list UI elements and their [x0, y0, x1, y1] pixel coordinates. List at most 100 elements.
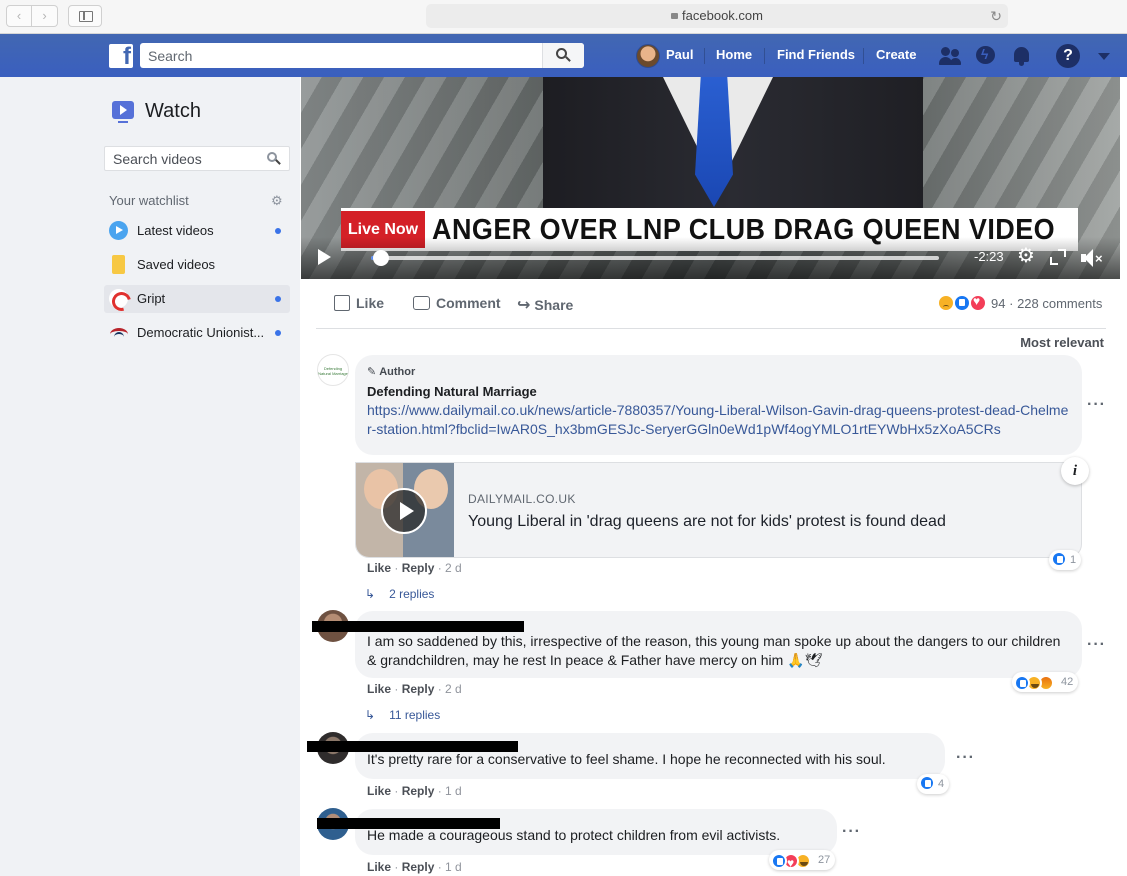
like-button[interactable]: Like — [334, 295, 384, 311]
reactions-summary[interactable]: 94 · 228 comments — [937, 294, 1102, 312]
view-replies-link[interactable]: ↳ 11 replies — [365, 708, 440, 722]
comment-meta: Like · Reply · 1 d — [367, 860, 462, 874]
bookmark-icon — [112, 255, 125, 274]
create-link[interactable]: Create — [876, 47, 916, 62]
sidebar-item-gript[interactable]: Gript — [104, 285, 290, 313]
address-bar[interactable]: facebook.com ↻ — [426, 4, 1008, 28]
home-link[interactable]: Home — [716, 47, 752, 62]
share-label: Share — [534, 297, 574, 313]
sidebar-item-label: Gript — [137, 291, 166, 306]
comment-like-link[interactable]: Like — [367, 561, 391, 575]
video-player[interactable]: Live Now ANGER OVER LNP CLUB DRAG QUEEN … — [301, 77, 1120, 279]
comment-reactions[interactable]: 42 — [1012, 672, 1079, 692]
new-content-dot — [275, 228, 281, 234]
fullscreen-icon[interactable] — [1050, 249, 1066, 265]
seek-handle[interactable] — [373, 250, 389, 266]
comment-bubble: He made a courageous stand to protect ch… — [355, 809, 837, 855]
comment-reply-link[interactable]: Reply — [402, 682, 435, 696]
facebook-logo-icon[interactable]: f — [109, 43, 133, 70]
browser-toolbar: ‹ › facebook.com ↻ — [0, 0, 1127, 34]
comment-sort-dropdown[interactable]: Most relevant — [1020, 335, 1104, 350]
comment-reactions[interactable]: 4 — [917, 774, 950, 794]
comment-more-options-icon[interactable]: ··· — [1087, 636, 1106, 654]
comment-button[interactable]: Comment — [413, 295, 501, 311]
comments-count-link[interactable]: 228 comments — [1017, 296, 1102, 311]
comment-author[interactable]: Defending Natural Marriage — [367, 382, 1070, 401]
seek-bar[interactable] — [371, 256, 939, 260]
play-icon[interactable] — [318, 249, 331, 265]
sidebar-item-latest-videos[interactable]: Latest videos — [104, 217, 290, 245]
search-videos-box — [104, 146, 290, 171]
find-friends-link[interactable]: Find Friends — [777, 47, 855, 62]
comment-link[interactable]: https://www.dailymail.co.uk/news/article… — [367, 401, 1072, 439]
comment-label: Comment — [436, 295, 501, 311]
video-controls: -2:23 ⚙ × — [301, 237, 1120, 279]
author-badge: ✎ Author — [367, 363, 1070, 382]
forward-button[interactable]: › — [32, 5, 58, 27]
sidebar-title[interactable]: Watch — [145, 100, 201, 123]
search-icon — [556, 48, 567, 59]
comment-reply-link[interactable]: Reply — [402, 860, 435, 874]
watchlist-heading: Your watchlist — [109, 193, 189, 208]
watchlist-settings-gear-icon[interactable]: ⚙ — [271, 194, 283, 207]
comment-more-options-icon[interactable]: ··· — [956, 749, 975, 767]
comment-reactions[interactable]: 1 — [1049, 550, 1082, 570]
comments-section: Defending Natural Marriage ✎ Author Defen… — [301, 349, 1127, 876]
redaction-bar — [312, 621, 524, 632]
messenger-icon[interactable] — [974, 44, 998, 68]
search-input[interactable] — [140, 43, 540, 68]
comment-more-options-icon[interactable]: ··· — [1087, 396, 1106, 414]
comment-text: It's pretty rare for a conservative to f… — [367, 751, 886, 767]
share-arrow-icon: ↪ — [517, 297, 531, 314]
back-button[interactable]: ‹ — [6, 5, 32, 27]
comment-reply-link[interactable]: Reply — [402, 784, 435, 798]
help-icon[interactable]: ? — [1056, 44, 1080, 68]
redaction-bar — [317, 818, 500, 829]
comment-bubble: ✎ Author Defending Natural Marriage https… — [355, 355, 1082, 455]
profile-link[interactable]: Paul — [666, 47, 693, 62]
mute-speaker-icon[interactable]: × — [1081, 249, 1103, 267]
friend-requests-icon[interactable] — [939, 44, 963, 68]
comment-meta: Like · Reply · 1 d — [367, 784, 462, 798]
love-reaction-icon — [969, 294, 987, 312]
reply-arrow-icon: ↳ — [365, 708, 376, 722]
comment-reply-link[interactable]: Reply — [402, 561, 435, 575]
link-preview-card[interactable]: DAILYMAIL.CO.UK Young Liberal in 'drag q… — [355, 462, 1082, 558]
user-avatar[interactable] — [636, 44, 660, 68]
search-icon[interactable] — [267, 152, 277, 162]
like-reaction-icon — [771, 853, 787, 869]
comment-time: 2 d — [445, 561, 462, 575]
sidebar-item-saved-videos[interactable]: Saved videos — [104, 251, 290, 279]
view-replies-link[interactable]: ↳ 2 replies — [365, 587, 434, 601]
sad-reaction-icon — [937, 294, 955, 312]
sidebar-toggle-button[interactable] — [68, 5, 102, 27]
comment-more-options-icon[interactable]: ··· — [842, 823, 861, 841]
like-label: Like — [356, 295, 385, 311]
account-menu-chevron-down-icon[interactable] — [1098, 53, 1110, 60]
thumbs-up-icon — [334, 295, 350, 311]
comment-like-link[interactable]: Like — [367, 682, 391, 696]
facebook-top-nav: f Paul Home Find Friends Create ? — [0, 34, 1127, 77]
search-button[interactable] — [542, 43, 584, 68]
like-reaction-icon — [1051, 551, 1067, 567]
sidebar-item-democratic-unionist[interactable]: Democratic Unionist... — [104, 319, 290, 347]
search-videos-input[interactable] — [105, 147, 255, 170]
comment-like-link[interactable]: Like — [367, 784, 391, 798]
search-box — [140, 43, 584, 68]
avatar[interactable]: Defending Natural Marriage — [317, 354, 349, 386]
like-reaction-icon — [953, 294, 971, 312]
play-icon[interactable] — [381, 488, 427, 534]
watch-tv-icon — [112, 101, 134, 123]
info-icon[interactable]: i — [1061, 457, 1089, 485]
video-settings-gear-icon[interactable]: ⚙ — [1017, 246, 1035, 266]
reload-icon[interactable]: ↻ — [990, 4, 1002, 28]
redaction-bar — [307, 741, 518, 752]
share-button[interactable]: ↪ Share — [517, 295, 573, 315]
comment-like-link[interactable]: Like — [367, 860, 391, 874]
post-action-bar: Like Comment ↪Share 94 · 228 comments — [301, 279, 1127, 329]
notifications-bell-icon[interactable] — [1010, 44, 1034, 68]
sidebar-item-label: Democratic Unionist... — [137, 325, 265, 340]
pencil-icon: ✎ — [367, 366, 377, 378]
comment-time: 1 d — [445, 860, 462, 874]
comment-reactions[interactable]: 27 — [769, 850, 836, 873]
